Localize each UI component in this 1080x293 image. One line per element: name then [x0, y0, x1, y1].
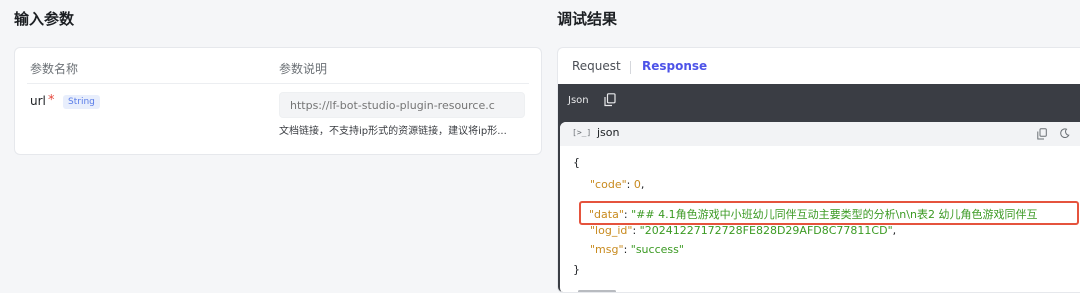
json-line-msg: "msg": "success": [590, 243, 684, 256]
tab-response[interactable]: Response: [642, 59, 707, 73]
input-params-title: 输入参数: [14, 10, 75, 28]
debug-result-title: 调试结果: [557, 10, 618, 28]
json-value: 0: [633, 178, 641, 191]
json-line-code: "code": 0,: [590, 178, 645, 191]
json-line-log-id: "log_id": "20241227172728FE828D29AFD8C77…: [590, 224, 897, 237]
json-value: "success": [630, 243, 684, 256]
params-table: 参数名称 参数说明 url * String 文档链接，不支持ip形式的资源链接…: [14, 47, 542, 155]
json-key: "log_id": [590, 224, 633, 237]
tab-divider: [630, 61, 631, 74]
json-line-data: "data": "## 4.1角色游戏中小班幼儿同伴互动主要类型的分析\n\n表…: [589, 208, 1038, 221]
code-block-header: [>_] json: [560, 122, 1080, 146]
column-header-name: 参数名称: [30, 62, 79, 76]
column-header-description: 参数说明: [279, 62, 328, 76]
copy-code-icon[interactable]: [1037, 128, 1047, 140]
param-name-url: url: [30, 94, 46, 108]
required-marker: *: [48, 93, 55, 108]
debug-result-panel: Request Response Json [>_] json {"code"…: [557, 47, 1080, 293]
json-close-brace: }: [573, 263, 580, 276]
param-hint: 文档链接，不支持ip形式的资源链接，建议将ip形...: [279, 126, 507, 137]
type-badge-string: String: [63, 95, 100, 109]
json-value: "## 4.1角色游戏中小班幼儿同伴互动主要类型的分析\n\n表2 幼儿角色游戏…: [631, 208, 1038, 221]
json-open-brace: {: [573, 156, 580, 169]
header-divider: [27, 83, 529, 84]
response-viewer: Json [>_] json { "code": 0, "data": "## …: [558, 84, 1080, 292]
json-key: "msg": [590, 243, 624, 256]
tab-request[interactable]: Request: [572, 59, 621, 73]
json-key: "code": [590, 178, 627, 191]
theme-toggle-icon[interactable]: [1059, 128, 1070, 139]
url-value-input[interactable]: [279, 92, 525, 118]
json-value: "20241227172728FE828D29AFD8C77811CD": [639, 224, 893, 237]
terminal-icon: [>_]: [572, 128, 592, 137]
format-label: Json: [568, 95, 589, 106]
copy-icon[interactable]: [604, 93, 616, 107]
result-tabs: Request Response: [558, 48, 1080, 84]
json-content: { "code": 0, "data": "## 4.1角色游戏中小班幼儿同伴互…: [560, 148, 1080, 292]
code-language-label: json: [597, 126, 620, 139]
json-code-block: [>_] json { "code": 0, "data": "## 4.1角色…: [560, 122, 1080, 292]
json-key: "data": [589, 208, 624, 221]
